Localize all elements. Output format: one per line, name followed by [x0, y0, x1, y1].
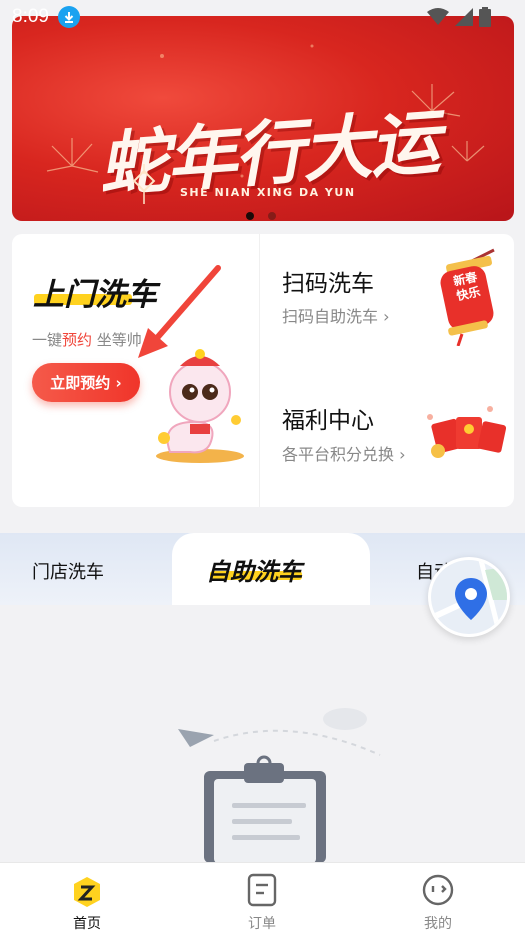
- map-location-button[interactable]: [428, 557, 510, 637]
- empty-state-illustration: [178, 708, 381, 863]
- bottom-navigation: 首页 订单 我的: [0, 862, 525, 936]
- tab-store-wash[interactable]: 门店洗车: [32, 558, 104, 584]
- nav-home-label: 首页: [73, 916, 101, 932]
- content-area: [0, 605, 525, 863]
- nav-orders[interactable]: 订单: [212, 863, 312, 936]
- order-icon: [247, 873, 277, 907]
- red-envelope-icon: [427, 406, 507, 458]
- home-wash-subtitle: 一键预约 坐等帅: [32, 329, 142, 350]
- lantern-text: 新春快乐: [452, 269, 482, 304]
- banner-subtitle: SHE NIAN XING DA YUN: [180, 186, 356, 199]
- subtitle-highlight: 预约: [62, 331, 93, 349]
- nav-profile[interactable]: 我的: [388, 863, 488, 936]
- tab-self-wash[interactable]: 自助洗车: [206, 552, 302, 587]
- battery-icon: [479, 7, 491, 27]
- subtitle-prefix: 一键: [32, 331, 63, 349]
- welfare-panel[interactable]: 福利中心 各平台积分兑换 ›: [260, 371, 514, 507]
- scan-wash-title: 扫码洗车: [282, 271, 374, 297]
- nav-profile-label: 我的: [424, 916, 452, 932]
- carousel-dot-1[interactable]: [246, 212, 254, 220]
- welfare-title: 福利中心: [282, 408, 374, 434]
- carousel-dot-2[interactable]: [268, 212, 276, 220]
- services-card: 上门洗车 一键预约 坐等帅 立即预约 › 扫码洗车 扫码自助洗车 › 新春快乐 …: [12, 234, 514, 507]
- scan-wash-subtitle: 扫码自助洗车 ›: [282, 307, 390, 326]
- promo-banner[interactable]: 蛇年行大运 SHE NIAN XING DA YUN: [12, 16, 514, 221]
- welfare-subtitle: 各平台积分兑换 ›: [282, 445, 406, 464]
- status-time: 8:09: [12, 6, 49, 27]
- status-bar: 8:09: [0, 0, 525, 34]
- scan-wash-panel[interactable]: 扫码洗车 扫码自助洗车 › 新春快乐: [260, 234, 514, 371]
- chinese-knot-icon: [132, 164, 156, 204]
- signal-icon: [455, 8, 473, 26]
- download-icon: [58, 6, 80, 28]
- home-icon: [74, 877, 100, 907]
- book-now-button[interactable]: 立即预约 ›: [32, 363, 140, 402]
- wifi-icon: [427, 8, 449, 25]
- profile-icon: [422, 874, 454, 906]
- nav-home[interactable]: 首页: [37, 863, 137, 936]
- home-wash-panel[interactable]: 上门洗车 一键预约 坐等帅 立即预约 ›: [12, 234, 259, 507]
- carousel-dots[interactable]: [246, 212, 276, 220]
- snake-mascot-image: [156, 349, 244, 463]
- nav-orders-label: 订单: [248, 916, 276, 932]
